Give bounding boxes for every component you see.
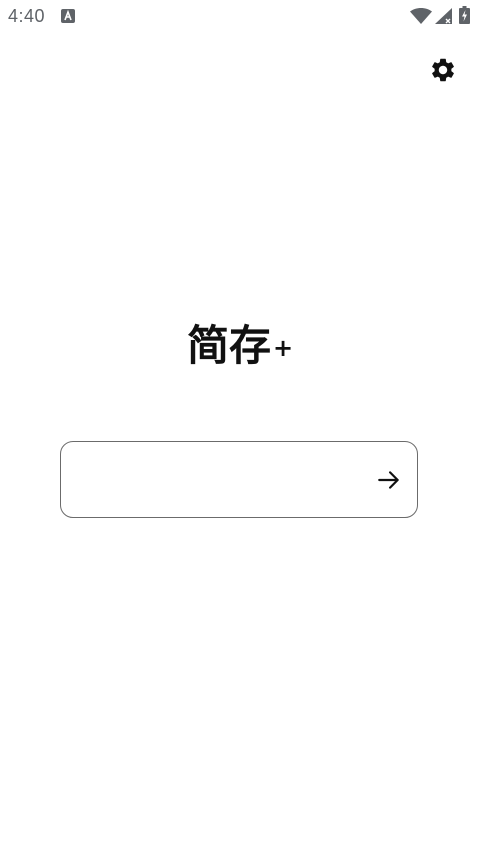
wifi-icon (410, 8, 432, 24)
status-bar: 4:40 (0, 0, 480, 34)
a-letter-icon (61, 9, 75, 23)
settings-button[interactable] (424, 51, 462, 89)
app-title: 简存+ (0, 318, 480, 374)
gear-icon (432, 58, 454, 82)
search-input-container (60, 441, 418, 518)
text-input[interactable] (75, 442, 369, 518)
status-time: 4:40 (8, 6, 46, 26)
app-title-text: 简存 (186, 321, 271, 370)
submit-button[interactable] (369, 460, 409, 500)
battery-charging-icon (459, 6, 470, 24)
arrow-right-icon (378, 471, 399, 489)
app-title-plus: + (272, 334, 294, 362)
cell-signal-icon (435, 8, 452, 24)
